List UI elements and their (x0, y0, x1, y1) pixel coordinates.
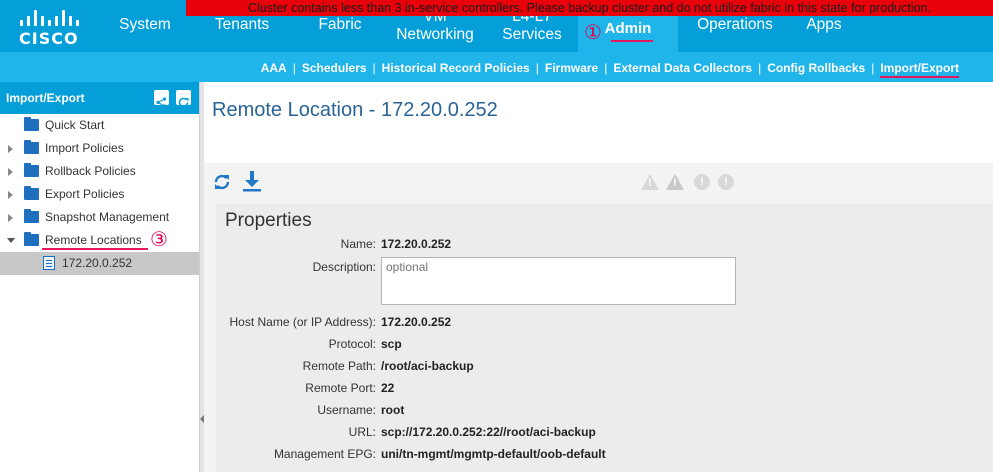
cisco-logo[interactable]: CISCO (18, 10, 80, 48)
tree-item-export-policies[interactable]: Export Policies (0, 183, 199, 206)
cluster-alert-banner: Cluster contains less than 3 in-service … (186, 0, 993, 16)
property-remote-port: Remote Port: 22 (216, 378, 976, 398)
property-value: scp (381, 337, 402, 351)
folder-icon (24, 232, 39, 246)
subnav-import-export[interactable]: Import/Export (880, 61, 959, 78)
nav-operations[interactable]: Operations (688, 16, 782, 34)
tree-item-label: Export Policies (45, 187, 125, 201)
subnav-separator: | (758, 61, 762, 75)
cisco-logo-bars-icon (20, 10, 79, 26)
property-value: root (381, 403, 405, 417)
tree-item-label: Snapshot Management (45, 210, 170, 224)
annotation-marker-1: ① (584, 22, 602, 44)
nav-apps[interactable]: Apps (804, 16, 844, 34)
folder-icon (24, 140, 39, 154)
tree-item-quick-start[interactable]: Quick Start (0, 114, 199, 137)
property-protocol: Protocol: scp (216, 334, 976, 354)
folder-icon (24, 163, 39, 177)
property-label: Remote Path: (302, 359, 376, 373)
subnav-schedulers[interactable]: Schedulers (302, 61, 367, 75)
property-label: Name: (340, 237, 376, 251)
property-host: Host Name (or IP Address): 172.20.0.252 (216, 312, 976, 332)
subnav-separator: | (604, 61, 608, 75)
collapse-arrow-icon[interactable] (7, 238, 15, 243)
property-label: Protocol: (328, 337, 376, 351)
download-icon[interactable] (242, 170, 262, 192)
tree-item-remote-locations[interactable]: Remote Locations ③ (0, 229, 199, 252)
tree-item-label: Quick Start (45, 118, 105, 132)
property-value: 172.20.0.252 (381, 237, 452, 251)
tree-item-label: Rollback Policies (45, 164, 136, 178)
property-value: 22 (381, 381, 395, 395)
tree-item-rollback-policies[interactable]: Rollback Policies (0, 160, 199, 183)
nav-l4-line2: Services (502, 26, 562, 43)
major-fault-icon[interactable]: ! (666, 174, 684, 190)
subnav-config-rollbacks[interactable]: Config Rollbacks (767, 61, 865, 75)
subnav-separator: | (372, 61, 376, 75)
subnav-separator: | (871, 61, 875, 75)
minor-fault-icon[interactable]: ! (694, 174, 710, 190)
refresh-tree-icon[interactable] (176, 90, 191, 108)
page-title: Remote Location - 172.20.0.252 (212, 99, 498, 121)
property-management-epg: Management EPG: uni/tn-mgmt/mgmtp-defaul… (216, 444, 976, 464)
warning-fault-icon[interactable]: ! (718, 174, 734, 190)
tree-item-import-policies[interactable]: Import Policies (0, 137, 199, 160)
subnav-links: AAA | Schedulers | Historical Record Policie… (261, 61, 959, 78)
subnav-historical-record-policies[interactable]: Historical Record Policies (382, 61, 530, 75)
property-value: /root/aci-backup (381, 359, 474, 373)
expand-arrow-icon[interactable] (8, 145, 13, 153)
nav-tenants[interactable]: Tenants (212, 16, 272, 34)
properties-heading: Properties (225, 210, 312, 231)
property-label: Host Name (or IP Address): (229, 315, 377, 329)
property-label: Username: (317, 403, 376, 417)
subnav-separator: | (292, 61, 296, 75)
property-label: Remote Port: (305, 381, 376, 395)
tree-item-label: 172.20.0.252 (62, 256, 133, 270)
admin-annotation-underline (611, 40, 653, 42)
refresh-icon[interactable] (212, 172, 232, 192)
property-value: 172.20.0.252 (381, 315, 452, 329)
cisco-logo-text: CISCO (19, 29, 79, 48)
admin-subnav: AAA | Schedulers | Historical Record Policie… (0, 52, 993, 110)
tree-item-label: Import Policies (45, 141, 124, 155)
left-nav-title: Import/Export (6, 91, 85, 105)
properties-panel: Properties Name: 172.20.0.252 Descriptio… (216, 204, 993, 472)
critical-fault-icon[interactable]: ! (641, 174, 659, 190)
folder-icon (24, 186, 39, 200)
remote-locations-annotation-underline (42, 248, 148, 250)
expand-arrow-icon[interactable] (8, 168, 13, 176)
nav-fabric[interactable]: Fabric (315, 16, 365, 34)
share-icon[interactable] (153, 90, 169, 108)
left-nav-header: Import/Export (0, 82, 199, 114)
property-value: uni/tn-mgmt/mgmtp-default/oob-default (381, 447, 606, 461)
subnav-aaa[interactable]: AAA (261, 61, 287, 75)
property-username: Username: root (216, 400, 976, 420)
expand-arrow-icon[interactable] (8, 191, 13, 199)
subnav-firmware[interactable]: Firmware (545, 61, 598, 75)
folder-icon (24, 117, 39, 131)
nav-system[interactable]: System (118, 16, 172, 34)
subnav-external-data-collectors[interactable]: External Data Collectors (613, 61, 752, 75)
nav-vm-line2: Networking (396, 26, 474, 43)
property-value: scp://172.20.0.252:22//root/aci-backup (381, 425, 596, 439)
main-content: Remote Location - 172.20.0.252 ! ! ! ! P… (204, 82, 993, 472)
property-remote-path: Remote Path: /root/aci-backup (216, 356, 976, 376)
annotation-marker-3: ③ (150, 229, 168, 251)
subnav-separator: | (535, 61, 539, 75)
remote-location-icon (43, 256, 55, 270)
property-label: Description: (312, 260, 376, 274)
tree-item-remote-location-172-20-0-252[interactable]: 172.20.0.252 (0, 252, 199, 275)
property-label: URL: (348, 425, 376, 439)
property-url: URL: scp://172.20.0.252:22//root/aci-bac… (216, 422, 976, 442)
expand-arrow-icon[interactable] (8, 214, 13, 222)
property-name: Name: 172.20.0.252 (216, 234, 976, 254)
folder-icon (24, 209, 39, 223)
tree-item-snapshot-management[interactable]: Snapshot Management (0, 206, 199, 229)
property-label: Management EPG: (273, 447, 376, 461)
description-input[interactable] (381, 257, 736, 305)
left-nav-panel: Import/Export Quick Start Import Policie… (0, 82, 200, 472)
